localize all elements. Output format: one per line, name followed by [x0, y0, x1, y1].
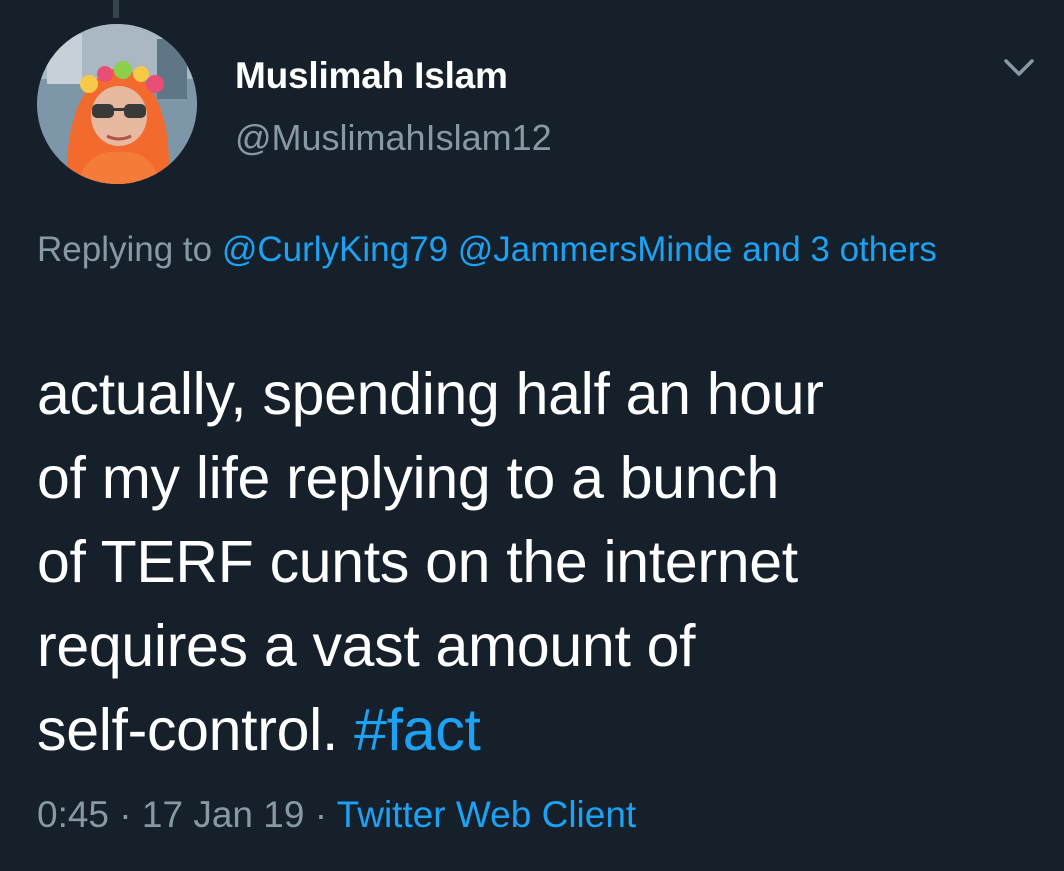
tweet-meta: 0:45 · 17 Jan 19 · Twitter Web Client — [37, 790, 636, 840]
tweet-text-line: of TERF cunts on the internet — [37, 529, 798, 595]
tweet-text-line: requires a vast amount of — [37, 613, 696, 679]
meta-separator: · — [314, 794, 328, 835]
avatar[interactable] — [37, 24, 197, 184]
author-block: Muslimah Islam @MuslimahIslam12 — [235, 54, 552, 160]
replying-to-label: Replying to — [37, 230, 213, 269]
mention-link[interactable]: @CurlyKing79 — [222, 230, 448, 269]
tweet-text-line: actually, spending half an hour — [37, 361, 824, 427]
display-name[interactable]: Muslimah Islam — [235, 54, 552, 98]
tweet-time[interactable]: 0:45 — [37, 794, 109, 835]
mention-link[interactable]: @JammersMinde — [458, 230, 733, 269]
tweet-date[interactable]: 17 Jan 19 — [142, 794, 305, 835]
tweet-text-fragment: self-control. — [37, 697, 339, 763]
user-handle[interactable]: @MuslimahIslam12 — [235, 116, 552, 160]
tweet-header: Muslimah Islam @MuslimahIslam12 — [37, 24, 1037, 186]
hashtag-link[interactable]: #fact — [354, 697, 481, 763]
tweet-text-line: of my life replying to a bunch — [37, 445, 780, 511]
tweet-text: actually, spending half an hour of my li… — [37, 352, 1037, 772]
replying-to: Replying to @CurlyKing79 @JammersMinde a… — [37, 222, 1047, 277]
chevron-down-icon[interactable] — [1001, 54, 1037, 82]
others-link[interactable]: and 3 others — [742, 230, 937, 269]
tweet-source-link[interactable]: Twitter Web Client — [337, 794, 637, 835]
thread-connector-line — [113, 0, 119, 18]
tweet-text-line: self-control. #fact — [37, 688, 1037, 772]
meta-separator: · — [119, 794, 132, 835]
avatar-photo — [37, 24, 197, 184]
